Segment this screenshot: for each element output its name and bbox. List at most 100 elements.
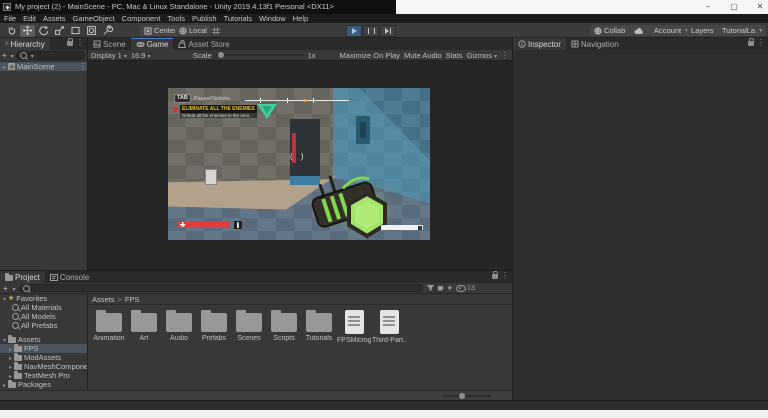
search-by-label-icon[interactable] <box>438 286 444 291</box>
space-toggle-button[interactable]: Local <box>175 25 211 36</box>
panel-menu-icon[interactable]: ⋮ <box>73 38 87 50</box>
scale-tool-button[interactable] <box>52 25 67 37</box>
lock-icon[interactable] <box>67 41 73 46</box>
hand-tool-button[interactable] <box>4 25 19 37</box>
maximize-on-play-toggle[interactable]: Maximize On Play <box>340 51 400 60</box>
tree-textmeshpro[interactable]: TextMesh Pro <box>0 371 87 380</box>
menu-tools[interactable]: Tools <box>167 14 185 23</box>
tree-all-materials[interactable]: All Materials <box>0 303 87 312</box>
asset-file-thirdparty[interactable]: Third-Part... <box>372 307 406 344</box>
menu-tutorials[interactable]: Tutorials <box>224 14 252 23</box>
asset-file-fpsmicrogame[interactable]: FPSMicrog... <box>337 307 371 344</box>
tab-inspector[interactable]: Inspector <box>513 38 566 50</box>
tree-navmeshcomponents[interactable]: NavMeshComponents <box>0 362 87 371</box>
tab-game[interactable]: Game <box>131 38 174 50</box>
tab-navigation[interactable]: Navigation <box>566 38 624 50</box>
display-dropdown[interactable]: Display 1 <box>91 51 127 60</box>
expander-icon[interactable] <box>9 353 12 362</box>
tab-scene[interactable]: Scene <box>88 38 131 50</box>
add-object-button[interactable]: + <box>2 51 7 60</box>
close-button[interactable]: ✕ <box>748 0 768 14</box>
menu-gameobject[interactable]: GameObject <box>73 14 115 23</box>
lock-icon[interactable] <box>748 41 754 46</box>
create-asset-caret-icon[interactable] <box>11 284 16 293</box>
project-tree: ★ Favorites All Materials All Models All… <box>0 294 88 390</box>
menu-window[interactable]: Window <box>259 14 286 23</box>
hierarchy-item-mainscene[interactable]: MainScene ⋮ <box>0 62 87 71</box>
icon-size-slider[interactable] <box>443 395 491 397</box>
asset-folder-art[interactable]: Art <box>127 307 161 342</box>
custom-tool-button[interactable] <box>100 25 115 37</box>
tree-packages[interactable]: Packages <box>0 380 87 389</box>
lock-icon[interactable] <box>492 274 498 279</box>
tree-favorites[interactable]: ★ Favorites <box>0 294 87 303</box>
hidden-packages-toggle[interactable]: 13 <box>456 285 475 292</box>
asset-folder-scenes[interactable]: Scenes <box>232 307 266 342</box>
step-button[interactable] <box>380 25 396 37</box>
grid-snap-button[interactable] <box>208 25 223 37</box>
expander-icon[interactable] <box>9 344 12 353</box>
asset-folder-tutorials[interactable]: Tutorials <box>302 307 336 342</box>
tree-all-prefabs[interactable]: All Prefabs <box>0 321 87 330</box>
icon-size-slider-knob[interactable] <box>459 393 465 399</box>
breadcrumb-root[interactable]: Assets <box>92 295 115 304</box>
panel-menu-icon[interactable]: ⋮ <box>754 38 768 50</box>
tab-project[interactable]: Project <box>0 271 45 283</box>
menu-publish[interactable]: Publish <box>192 14 217 23</box>
panel-menu-icon[interactable]: ⋮ <box>498 271 512 283</box>
mute-audio-toggle[interactable]: Mute Audio <box>404 51 442 60</box>
tree-fps[interactable]: FPS <box>0 344 87 353</box>
folder-icon <box>131 313 157 332</box>
play-button[interactable] <box>346 25 362 37</box>
pause-button[interactable] <box>363 25 379 37</box>
menu-file[interactable]: File <box>4 14 16 23</box>
scale-slider[interactable] <box>216 54 304 56</box>
expander-icon[interactable] <box>9 371 12 380</box>
menu-assets[interactable]: Assets <box>43 14 66 23</box>
tree-all-models[interactable]: All Models <box>0 312 87 321</box>
rotate-tool-button[interactable] <box>36 25 51 37</box>
asset-folder-audio[interactable]: Audio <box>162 307 196 342</box>
add-object-caret-icon[interactable] <box>9 51 14 60</box>
minimize-button[interactable]: – <box>696 0 720 14</box>
menu-component[interactable]: Component <box>122 14 161 23</box>
game-viewport[interactable]: TAB Pause/Options ELIMINATE ALL THE ENEM… <box>168 88 430 240</box>
asset-folder-prefabs[interactable]: Prefabs <box>197 307 231 342</box>
save-search-star-icon[interactable]: ★ <box>447 285 453 292</box>
stats-toggle[interactable]: Stats <box>445 51 462 60</box>
expander-icon[interactable] <box>3 62 6 71</box>
move-tool-button[interactable] <box>20 25 35 37</box>
menu-help[interactable]: Help <box>293 14 308 23</box>
asset-folder-animation[interactable]: Animation <box>92 307 126 342</box>
project-search-input[interactable] <box>19 284 423 292</box>
aspect-ratio-dropdown[interactable]: 16:9 <box>131 51 189 60</box>
search-query-icon <box>12 322 19 329</box>
create-asset-button[interactable]: + <box>3 284 8 293</box>
gizmos-dropdown[interactable]: Gizmos <box>467 51 497 60</box>
expander-icon[interactable] <box>3 335 6 344</box>
account-dropdown[interactable]: Account <box>650 25 692 36</box>
folder-icon <box>8 382 16 388</box>
tree-modassets[interactable]: ModAssets <box>0 353 87 362</box>
hierarchy-search-input[interactable] <box>16 51 85 60</box>
scale-slider-knob[interactable] <box>218 52 224 58</box>
asset-folder-scripts[interactable]: Scripts <box>267 307 301 342</box>
breadcrumb: Assets > FPS <box>88 294 512 305</box>
scene-options-icon[interactable]: ⋮ <box>79 62 87 71</box>
maximize-button[interactable]: ▢ <box>722 0 746 14</box>
tab-hierarchy[interactable]: ≡ Hierarchy <box>0 38 50 50</box>
tab-asset-store[interactable]: Asset Store <box>173 38 234 50</box>
layout-dropdown[interactable]: TutorialLa <box>718 25 766 36</box>
tree-assets[interactable]: Assets <box>0 335 87 344</box>
expander-icon[interactable] <box>3 380 6 389</box>
transform-tool-button[interactable] <box>84 25 99 37</box>
tab-console[interactable]: Console <box>45 271 94 283</box>
cloud-services-button[interactable] <box>628 25 650 36</box>
rect-tool-button[interactable] <box>68 25 83 37</box>
gameview-menu-icon[interactable]: ⋮ <box>501 51 509 60</box>
expander-icon[interactable] <box>9 362 12 371</box>
menu-edit[interactable]: Edit <box>23 14 36 23</box>
breadcrumb-current[interactable]: FPS <box>125 295 140 304</box>
expander-icon[interactable] <box>3 294 6 303</box>
search-by-type-icon[interactable] <box>426 284 435 292</box>
